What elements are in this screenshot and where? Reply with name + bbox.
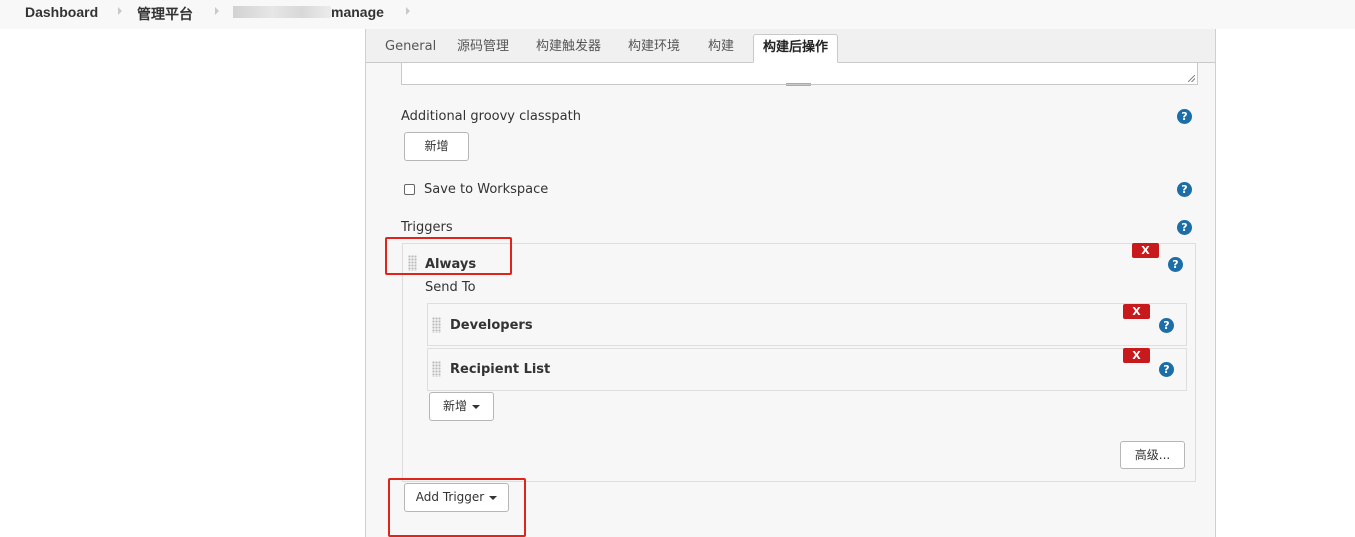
remove-recipient-button[interactable]: X xyxy=(1123,348,1150,363)
tab-post-build-actions[interactable]: 构建后操作 xyxy=(753,34,839,63)
config-panel: General 源码管理 构建触发器 构建环境 构建 构建后操作 Additio… xyxy=(365,29,1216,537)
help-icon[interactable]: ? xyxy=(1177,220,1192,235)
highlight-always xyxy=(385,237,512,275)
breadcrumb: Dashboard 管理平台 manage xyxy=(0,0,1355,29)
drag-handle-icon[interactable] xyxy=(432,361,441,377)
help-icon[interactable]: ? xyxy=(1159,318,1174,333)
breadcrumb-separator-icon xyxy=(118,7,122,15)
tab-build[interactable]: 构建 xyxy=(699,34,743,63)
resize-handle-icon[interactable] xyxy=(1188,75,1195,82)
breadcrumb-separator-icon xyxy=(215,7,219,15)
tab-source-management[interactable]: 源码管理 xyxy=(448,34,518,63)
breadcrumb-platform[interactable]: 管理平台 xyxy=(137,4,193,24)
script-textarea[interactable] xyxy=(401,63,1198,85)
remove-recipient-button[interactable]: X xyxy=(1123,304,1150,319)
redacted-text xyxy=(233,6,331,18)
groovy-add-button[interactable]: 新增 xyxy=(404,132,469,161)
groovy-classpath-label: Additional groovy classpath xyxy=(401,109,581,124)
help-icon[interactable]: ? xyxy=(1168,257,1183,272)
save-workspace-label: Save to Workspace xyxy=(424,182,549,197)
add-recipient-dropdown[interactable]: 新增 xyxy=(429,392,494,421)
recipient-title: Developers xyxy=(450,318,533,333)
tab-build-triggers[interactable]: 构建触发器 xyxy=(527,34,610,63)
recipient-title: Recipient List xyxy=(450,362,551,377)
advanced-button[interactable]: 高级... xyxy=(1120,441,1185,469)
breadcrumb-job[interactable]: manage xyxy=(331,4,384,20)
breadcrumb-separator-icon xyxy=(406,7,410,15)
recipient-block-developers xyxy=(427,303,1187,346)
send-to-label: Send To xyxy=(425,280,476,295)
highlight-add-trigger xyxy=(388,478,526,537)
chevron-down-icon xyxy=(472,404,480,409)
save-workspace-checkbox[interactable] xyxy=(404,184,415,195)
help-icon[interactable]: ? xyxy=(1177,109,1192,124)
help-icon[interactable]: ? xyxy=(1159,362,1174,377)
drag-handle-icon[interactable] xyxy=(432,317,441,333)
textarea-grip-icon[interactable] xyxy=(786,83,811,86)
tab-build-environment[interactable]: 构建环境 xyxy=(619,34,689,63)
tab-bar: General 源码管理 构建触发器 构建环境 构建 构建后操作 xyxy=(366,29,1215,63)
add-recipient-label: 新增 xyxy=(442,399,467,413)
remove-trigger-button[interactable]: X xyxy=(1132,243,1159,258)
help-icon[interactable]: ? xyxy=(1177,182,1192,197)
breadcrumb-dashboard[interactable]: Dashboard xyxy=(25,4,98,20)
triggers-label: Triggers xyxy=(401,220,453,235)
tab-general[interactable]: General xyxy=(376,34,445,63)
